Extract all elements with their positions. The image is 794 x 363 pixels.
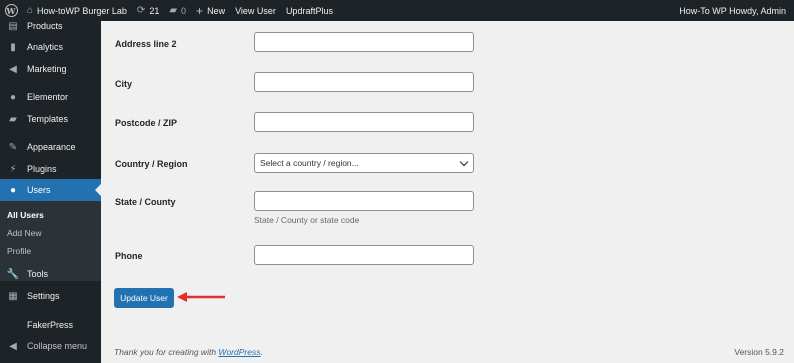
menu-label: Analytics bbox=[27, 42, 64, 52]
menu-label: Plugins bbox=[27, 164, 57, 174]
menu-item-settings[interactable]: ▦ Settings bbox=[0, 285, 101, 307]
update-user-button[interactable]: Update User bbox=[114, 288, 174, 308]
city-label: City bbox=[115, 79, 133, 89]
menu-label: Elementor bbox=[27, 92, 69, 102]
templates-icon: ▰ bbox=[9, 113, 17, 125]
admin-bar: W ⌂ How-toWP Burger Lab ⟳ 21 ▰ 0 + New V… bbox=[0, 0, 794, 21]
site-name: How-toWP Burger Lab bbox=[37, 5, 127, 16]
appearance-icon: ✎ bbox=[8, 141, 18, 153]
products-icon: ▤ bbox=[8, 20, 18, 32]
chevron-down-icon bbox=[459, 157, 469, 166]
tools-icon: 🔧 bbox=[6, 268, 20, 280]
menu-item-templates[interactable]: ▰ Templates bbox=[0, 108, 101, 130]
menu-item-tools[interactable]: 🔧 Tools bbox=[0, 263, 101, 285]
collapse-menu-button[interactable]: ◀ Collapse menu bbox=[0, 335, 101, 357]
view-user-label: View User bbox=[235, 5, 276, 16]
menu-item-marketing[interactable]: ◀ Marketing bbox=[0, 58, 101, 80]
footer-thanks-period: . bbox=[260, 347, 263, 357]
city-input[interactable] bbox=[254, 72, 474, 92]
users-icon: ● bbox=[9, 184, 17, 196]
wordpress-link[interactable]: WordPress bbox=[218, 347, 260, 357]
home-icon: ⌂ bbox=[27, 4, 34, 16]
postcode-input[interactable] bbox=[254, 112, 474, 132]
marketing-icon: ◀ bbox=[9, 63, 17, 75]
red-arrow-annotation bbox=[177, 292, 225, 302]
submenu-profile[interactable]: Profile bbox=[0, 242, 101, 260]
admin-sidebar: ▤ Products ▮ Analytics ◀ Marketing ● Ele… bbox=[0, 21, 101, 363]
postcode-label: Postcode / ZIP bbox=[115, 118, 178, 128]
menu-label: Settings bbox=[27, 291, 60, 301]
country-select[interactable]: Select a country / region... bbox=[254, 153, 474, 173]
country-label: Country / Region bbox=[115, 159, 188, 169]
menu-label: FakerPress bbox=[27, 320, 74, 330]
settings-icon: ▦ bbox=[8, 290, 18, 302]
view-user-link[interactable]: View User bbox=[230, 0, 281, 21]
menu-label: Users bbox=[27, 185, 51, 195]
state-label: State / County bbox=[115, 197, 176, 207]
updraftplus-label: UpdraftPlus bbox=[285, 5, 333, 16]
updraftplus-link[interactable]: UpdraftPlus bbox=[281, 0, 338, 21]
submenu-all-users[interactable]: All Users bbox=[0, 206, 101, 224]
new-label: New bbox=[207, 5, 226, 16]
main-content: Address line 2 City Postcode / ZIP Count… bbox=[101, 21, 794, 363]
menu-item-users[interactable]: ● Users bbox=[0, 179, 101, 201]
updates-count: 21 bbox=[149, 5, 160, 16]
menu-label: Tools bbox=[27, 269, 49, 279]
comment-icon: ▰ bbox=[169, 4, 178, 16]
footer-version: Version 5.9.2 bbox=[734, 347, 784, 357]
comments-count: 0 bbox=[181, 5, 187, 16]
collapse-icon: ◀ bbox=[9, 340, 17, 352]
new-content-link[interactable]: + New bbox=[191, 0, 230, 21]
howdy-label: How-To WP Howdy, Admin bbox=[679, 5, 786, 16]
menu-item-elementor[interactable]: ● Elementor bbox=[0, 86, 101, 108]
updates-icon: ⟳ bbox=[136, 4, 146, 16]
analytics-icon: ▮ bbox=[10, 41, 16, 53]
menu-label: Products bbox=[27, 21, 63, 31]
plugins-icon: ⚡ bbox=[9, 163, 17, 175]
state-input[interactable] bbox=[254, 191, 474, 211]
menu-label: Templates bbox=[27, 114, 69, 124]
menu-item-products[interactable]: ▤ Products bbox=[0, 15, 101, 37]
updates-link[interactable]: ⟳ 21 bbox=[132, 0, 164, 21]
menu-item-analytics[interactable]: ▮ Analytics bbox=[0, 36, 101, 58]
menu-item-fakerpress[interactable]: FakerPress bbox=[0, 314, 101, 336]
phone-input[interactable] bbox=[254, 245, 474, 265]
submenu-add-new[interactable]: Add New bbox=[0, 224, 101, 242]
address-line-2-label: Address line 2 bbox=[115, 39, 177, 49]
menu-label: Marketing bbox=[27, 64, 67, 74]
state-description: State / County or state code bbox=[254, 215, 360, 225]
menu-item-appearance[interactable]: ✎ Appearance bbox=[0, 136, 101, 158]
elementor-icon: ● bbox=[9, 91, 17, 103]
address-line-2-input[interactable] bbox=[254, 32, 474, 52]
comments-link[interactable]: ▰ 0 bbox=[164, 0, 191, 21]
country-select-value: Select a country / region... bbox=[260, 158, 359, 168]
menu-label: Appearance bbox=[27, 142, 76, 152]
menu-label: Collapse menu bbox=[27, 341, 88, 351]
phone-label: Phone bbox=[115, 251, 143, 261]
plus-icon: + bbox=[196, 3, 204, 18]
menu-item-plugins[interactable]: ⚡ Plugins bbox=[0, 158, 101, 180]
footer-thanks: Thank you for creating with WordPress. bbox=[114, 347, 263, 357]
footer-thanks-text: Thank you for creating with bbox=[114, 347, 219, 357]
my-account-link[interactable]: How-To WP Howdy, Admin bbox=[674, 0, 794, 21]
